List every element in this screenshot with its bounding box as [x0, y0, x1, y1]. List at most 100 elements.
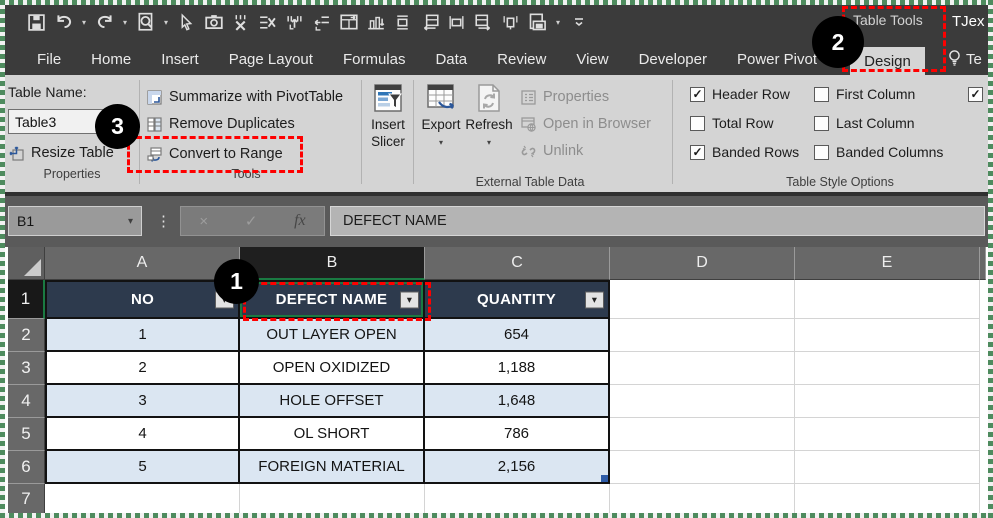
- align-center-icon[interactable]: [392, 12, 413, 33]
- cell-D1[interactable]: [610, 280, 795, 319]
- cell-A4[interactable]: 3: [45, 385, 240, 418]
- cell-D4[interactable]: [610, 385, 795, 418]
- cell-C4[interactable]: 1,648: [425, 385, 610, 418]
- row-header-3[interactable]: 3: [8, 352, 45, 385]
- cell-C2[interactable]: 654: [425, 319, 610, 352]
- cell-E6[interactable]: [795, 451, 980, 484]
- cell-E2[interactable]: [795, 319, 980, 352]
- cell-C7[interactable]: [425, 484, 610, 515]
- cell-C3[interactable]: 1,188: [425, 352, 610, 385]
- column-header-B[interactable]: B: [240, 247, 425, 280]
- cell-E7[interactable]: [795, 484, 980, 515]
- cell-D6[interactable]: [610, 451, 795, 484]
- table-resize-handle[interactable]: [601, 475, 608, 482]
- quick-print-icon[interactable]: [527, 12, 548, 33]
- summarize-pivottable-button[interactable]: Summarize with PivotTable: [146, 84, 343, 110]
- tab-data[interactable]: Data: [420, 44, 482, 75]
- row-header-4[interactable]: 4: [8, 385, 45, 418]
- rows-arrow-left-icon[interactable]: [419, 12, 440, 33]
- cell-C1[interactable]: QUANTITY▾: [425, 280, 610, 319]
- redo-icon[interactable]: [94, 12, 115, 33]
- cell-A7[interactable]: [45, 484, 240, 515]
- rows-arrow-right-icon[interactable]: [473, 12, 494, 33]
- cell-B5[interactable]: OL SHORT: [240, 418, 425, 451]
- row-header-7[interactable]: 7: [8, 484, 45, 515]
- cell-C5[interactable]: 786: [425, 418, 610, 451]
- cell-E3[interactable]: [795, 352, 980, 385]
- tab-page-layout[interactable]: Page Layout: [214, 44, 328, 75]
- insert-slicer-button[interactable]: Insert Slicer: [366, 82, 410, 150]
- refresh-button[interactable]: Refresh ▾: [466, 82, 512, 151]
- select-all-button[interactable]: [8, 247, 45, 280]
- account-name[interactable]: TJex: [952, 13, 985, 30]
- cell-B7[interactable]: [240, 484, 425, 515]
- print-preview-icon[interactable]: [135, 12, 156, 33]
- cell-E4[interactable]: [795, 385, 980, 418]
- cell-C6[interactable]: 2,156: [425, 451, 610, 484]
- filter-button-checkbox[interactable]: ✓: [968, 85, 983, 103]
- cell-B3[interactable]: OPEN OXIDIZED: [240, 352, 425, 385]
- undo-dropdown-icon[interactable]: ▾: [80, 18, 88, 27]
- filter-dropdown-icon[interactable]: ▾: [400, 291, 419, 308]
- header-row-checkbox[interactable]: ✓ Header Row: [690, 85, 790, 103]
- cell-B2[interactable]: OUT LAYER OPEN: [240, 319, 425, 352]
- delete-cells-icon[interactable]: [230, 12, 251, 33]
- table-arrow-icon[interactable]: [338, 12, 359, 33]
- tab-insert[interactable]: Insert: [146, 44, 214, 75]
- print-preview-dropdown-icon[interactable]: ▾: [162, 18, 170, 27]
- select-cursor-icon[interactable]: [176, 12, 197, 33]
- cell-B1-active[interactable]: DEFECT NAME▾: [240, 280, 425, 319]
- cell-B6[interactable]: FOREIGN MATERIAL: [240, 451, 425, 484]
- convert-to-range-button[interactable]: Convert to Range: [146, 141, 283, 167]
- box-up-arrow-icon[interactable]: [500, 12, 521, 33]
- customize-qat-icon[interactable]: [568, 12, 589, 33]
- row-header-1[interactable]: 1: [8, 280, 45, 319]
- last-column-checkbox[interactable]: Last Column: [814, 114, 915, 132]
- row-header-6[interactable]: 6: [8, 451, 45, 484]
- name-box-dropdown-icon[interactable]: ▾: [128, 216, 133, 227]
- column-header-D[interactable]: D: [610, 247, 795, 280]
- column-header-C[interactable]: C: [425, 247, 610, 280]
- cell-A1[interactable]: NO▾: [45, 280, 240, 319]
- cell-D3[interactable]: [610, 352, 795, 385]
- banded-rows-checkbox[interactable]: ✓ Banded Rows: [690, 143, 799, 161]
- tab-review[interactable]: Review: [482, 44, 561, 75]
- row-header-5[interactable]: 5: [8, 418, 45, 451]
- insert-function-icon[interactable]: fx: [294, 212, 306, 230]
- chart-down-icon[interactable]: [365, 12, 386, 33]
- cell-D2[interactable]: [610, 319, 795, 352]
- formula-bar[interactable]: DEFECT NAME: [330, 206, 985, 236]
- name-box[interactable]: B1 ▾: [8, 206, 142, 236]
- save-icon[interactable]: [26, 12, 47, 33]
- cell-A3[interactable]: 2: [45, 352, 240, 385]
- undo-icon[interactable]: [53, 12, 74, 33]
- tab-formulas[interactable]: Formulas: [328, 44, 421, 75]
- column-header-E[interactable]: E: [795, 247, 980, 280]
- insert-cells-icon[interactable]: [284, 12, 305, 33]
- remove-duplicates-button[interactable]: Remove Duplicates: [146, 111, 295, 137]
- cell-D7[interactable]: [610, 484, 795, 515]
- insert-cut-cells-icon[interactable]: [311, 12, 332, 33]
- resize-table-button[interactable]: Resize Table: [8, 140, 114, 166]
- cell-D5[interactable]: [610, 418, 795, 451]
- cell-A2[interactable]: 1: [45, 319, 240, 352]
- banded-columns-checkbox[interactable]: Banded Columns: [814, 143, 943, 161]
- redo-dropdown-icon[interactable]: ▾: [121, 18, 129, 27]
- cell-E5[interactable]: [795, 418, 980, 451]
- quick-print-dropdown-icon[interactable]: ▾: [554, 18, 562, 27]
- total-row-checkbox[interactable]: Total Row: [690, 114, 773, 132]
- first-column-checkbox[interactable]: First Column: [814, 85, 915, 103]
- export-button[interactable]: Export ▾: [418, 82, 464, 151]
- tab-developer[interactable]: Developer: [624, 44, 722, 75]
- tell-me-button[interactable]: Te: [947, 49, 982, 70]
- merge-box-icon[interactable]: [446, 12, 467, 33]
- cell-E1[interactable]: [795, 280, 980, 319]
- cell-B4[interactable]: HOLE OFFSET: [240, 385, 425, 418]
- camera-icon[interactable]: [203, 12, 224, 33]
- row-header-2[interactable]: 2: [8, 319, 45, 352]
- delete-rows-icon[interactable]: [257, 12, 278, 33]
- filter-dropdown-icon[interactable]: ▾: [585, 291, 604, 308]
- cell-A6[interactable]: 5: [45, 451, 240, 484]
- tab-home[interactable]: Home: [76, 44, 146, 75]
- cell-A5[interactable]: 4: [45, 418, 240, 451]
